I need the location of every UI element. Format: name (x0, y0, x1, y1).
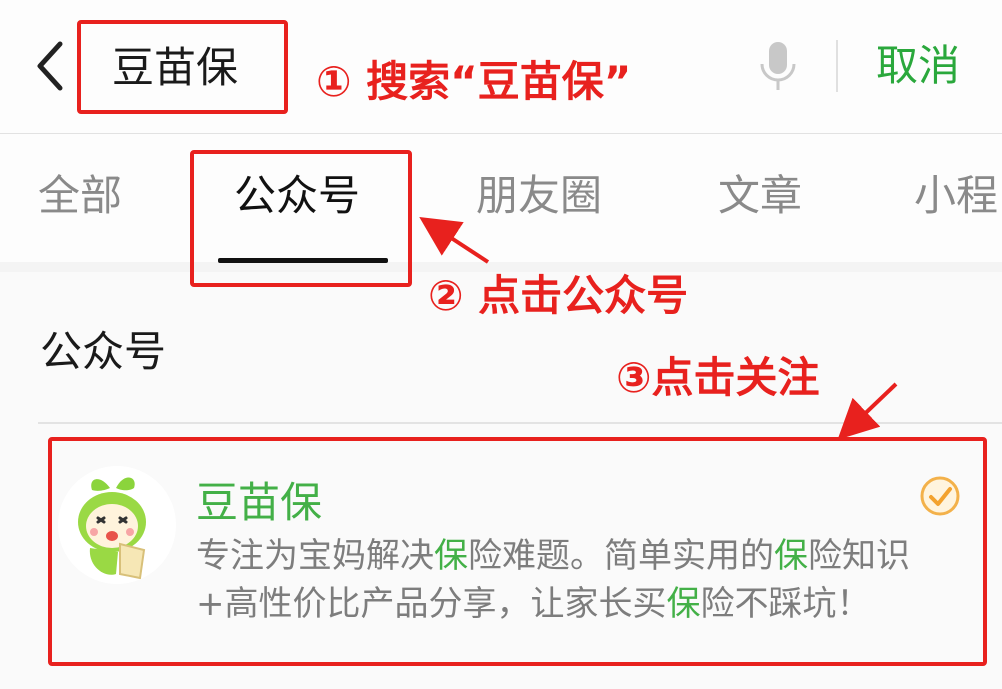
arrow-to-tab (419, 217, 490, 264)
annotation-arrows (419, 217, 898, 440)
arrow-to-follow (837, 382, 898, 440)
